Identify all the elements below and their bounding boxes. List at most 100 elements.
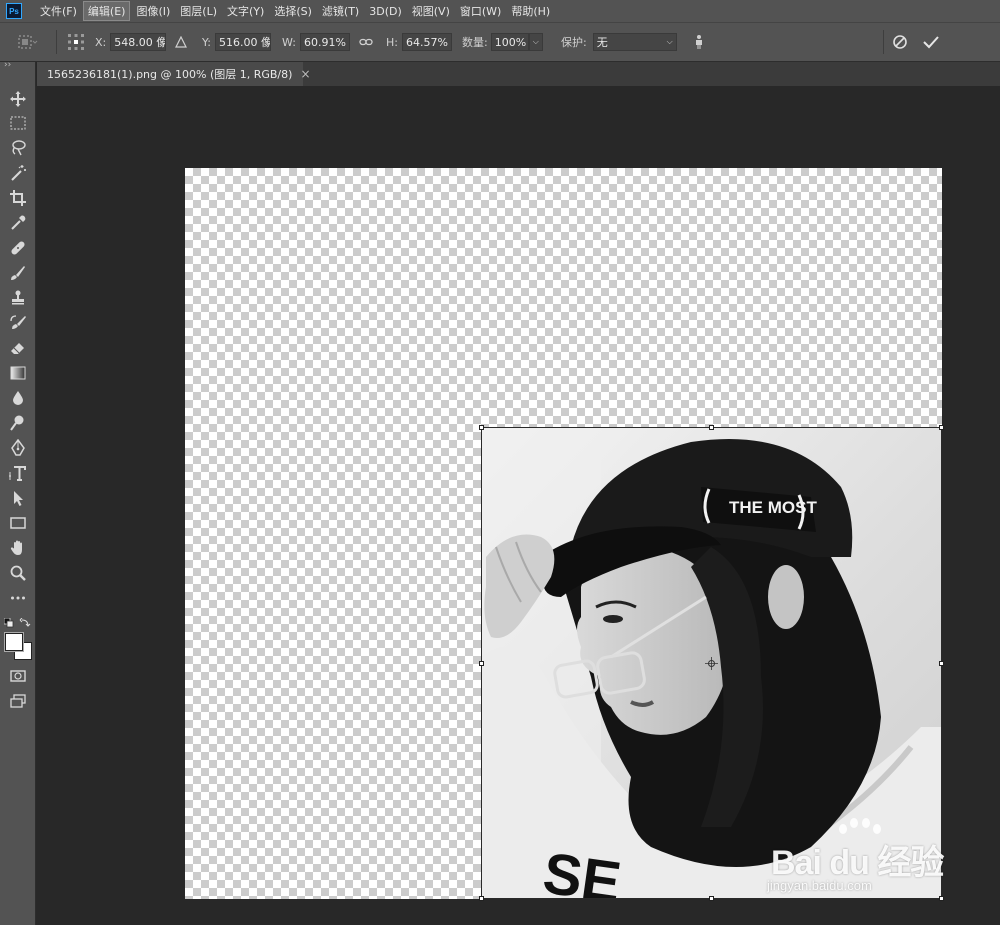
magnifier-icon — [10, 565, 26, 581]
relative-position-toggle[interactable] — [175, 23, 187, 61]
amount-field[interactable]: 100% — [490, 33, 529, 51]
pen-icon — [11, 439, 25, 456]
transform-handle-bottom[interactable] — [709, 896, 714, 901]
edit-toolbar-button[interactable] — [6, 587, 30, 609]
reference-point-grid[interactable] — [66, 23, 86, 61]
hand-tool[interactable] — [6, 537, 30, 559]
chevron-down-icon: ⌵ — [666, 37, 673, 46]
width-field[interactable]: 60.91% — [299, 33, 350, 51]
checkmark-icon — [923, 36, 939, 49]
blur-tool[interactable] — [6, 387, 30, 409]
history-brush-tool[interactable] — [6, 312, 30, 334]
menu-select[interactable]: 选择(S) — [270, 2, 316, 20]
menu-3d[interactable]: 3D(D) — [365, 4, 406, 19]
puppet-warp-toggle[interactable] — [692, 23, 706, 61]
transform-center-point-icon[interactable] — [705, 657, 718, 670]
menu-image[interactable]: 图像(I) — [132, 2, 174, 20]
menu-view[interactable]: 视图(V) — [408, 2, 454, 20]
transform-handle-bottom-left[interactable] — [479, 896, 484, 901]
magic-wand-tool[interactable] — [6, 162, 30, 184]
menu-file[interactable]: 文件(F) — [36, 2, 81, 20]
menu-edit[interactable]: 编辑(E) — [82, 1, 131, 21]
x-position-field[interactable]: 548.00 像素 — [110, 33, 167, 51]
delta-triangle-icon — [175, 36, 187, 48]
rectangle-tool[interactable] — [6, 512, 30, 534]
screen-mode-icon — [10, 694, 26, 708]
eyedropper-icon — [11, 215, 26, 230]
type-tool[interactable] — [6, 462, 30, 484]
watermark-brand: Bai du 经验 — [771, 844, 944, 882]
tool-preset-picker[interactable] — [16, 23, 38, 61]
x-label: X: — [95, 35, 107, 49]
menu-layer[interactable]: 图层(L) — [176, 2, 221, 20]
transform-handle-top-right[interactable] — [939, 425, 944, 430]
bandage-icon — [11, 241, 25, 255]
zoom-tool[interactable] — [6, 562, 30, 584]
puppet-figure-icon — [696, 35, 702, 49]
amount-label: 数量: — [462, 36, 488, 49]
healing-brush-tool[interactable] — [6, 237, 30, 259]
h-label: H: — [386, 35, 398, 49]
color-picker[interactable] — [5, 633, 32, 660]
document-tab[interactable]: 1565236181(1).png @ 100% (图层 1, RGB/8) × — [37, 62, 311, 86]
protect-select[interactable]: 无 ⌵ — [592, 33, 677, 51]
crop-icon — [10, 190, 26, 206]
eraser-tool[interactable] — [6, 337, 30, 359]
eyedropper-tool[interactable] — [6, 212, 30, 234]
baidu-jingyan-watermark: Bai du 经验 jingyan.baidu.com — [755, 818, 944, 899]
close-icon[interactable]: × — [300, 67, 310, 81]
link-icon — [359, 38, 373, 46]
quick-mask-icon — [10, 670, 26, 682]
transform-preset-icon — [18, 35, 38, 49]
transform-handle-top-left[interactable] — [479, 425, 484, 430]
move-tool[interactable] — [6, 88, 30, 110]
brush-tool[interactable] — [6, 262, 30, 284]
transform-handle-left[interactable] — [479, 661, 484, 666]
quick-mask-button[interactable] — [6, 665, 30, 687]
watermark-url: jingyan.baidu.com — [767, 878, 872, 893]
reference-point-icon — [68, 34, 84, 50]
color-swatch-controls — [3, 615, 32, 628]
rectangle-shape-icon — [10, 517, 26, 529]
toolbox: ›› — [0, 60, 36, 925]
droplet-icon — [13, 391, 23, 405]
commit-transform-button[interactable] — [922, 23, 940, 61]
cancel-icon — [893, 35, 907, 49]
chevron-down-icon: ⌵ — [532, 37, 539, 46]
pen-tool[interactable] — [6, 437, 30, 459]
screen-mode-button[interactable] — [6, 690, 30, 712]
arrow-pointer-icon — [14, 491, 23, 506]
menu-filter[interactable]: 滤镜(T) — [318, 2, 363, 20]
amount-dropdown-button[interactable]: ⌵ — [528, 33, 543, 51]
clone-stamp-tool[interactable] — [6, 287, 30, 309]
gradient-icon — [10, 366, 26, 380]
hand-icon — [10, 540, 22, 555]
path-selection-tool[interactable] — [6, 487, 30, 509]
lasso-tool[interactable] — [6, 137, 30, 159]
panel-collapse-icon[interactable]: ›› — [4, 60, 11, 70]
protect-label: 保护: — [561, 36, 587, 49]
lasso-icon — [12, 140, 26, 156]
transform-handle-top[interactable] — [709, 425, 714, 430]
menu-window[interactable]: 窗口(W) — [456, 2, 505, 20]
crop-tool[interactable] — [6, 187, 30, 209]
transform-handle-right[interactable] — [939, 661, 944, 666]
y-position-field[interactable]: 516.00 像素 — [214, 33, 271, 51]
document-tab-bar: 1565236181(1).png @ 100% (图层 1, RGB/8) × — [37, 62, 1000, 86]
link-proportions-toggle[interactable] — [359, 23, 373, 61]
y-label: Y: — [202, 35, 211, 49]
default-colors-icon[interactable] — [3, 617, 14, 628]
dodge-tool[interactable] — [6, 412, 30, 434]
swap-colors-icon[interactable] — [19, 617, 31, 627]
options-bar: X: 548.00 像素 Y: 516.00 像素 W: 60.91% H: 6… — [0, 22, 1000, 62]
stamp-icon — [12, 290, 24, 305]
menu-type[interactable]: 文字(Y) — [223, 2, 268, 20]
menu-help[interactable]: 帮助(H) — [507, 2, 554, 20]
gradient-tool[interactable] — [6, 362, 30, 384]
foreground-color-swatch[interactable] — [5, 633, 23, 651]
height-field[interactable]: 64.57% — [401, 33, 452, 51]
photoshop-logo: Ps — [6, 3, 22, 19]
cancel-transform-button[interactable] — [892, 23, 908, 61]
dodge-icon — [10, 415, 24, 431]
marquee-tool[interactable] — [6, 112, 30, 134]
